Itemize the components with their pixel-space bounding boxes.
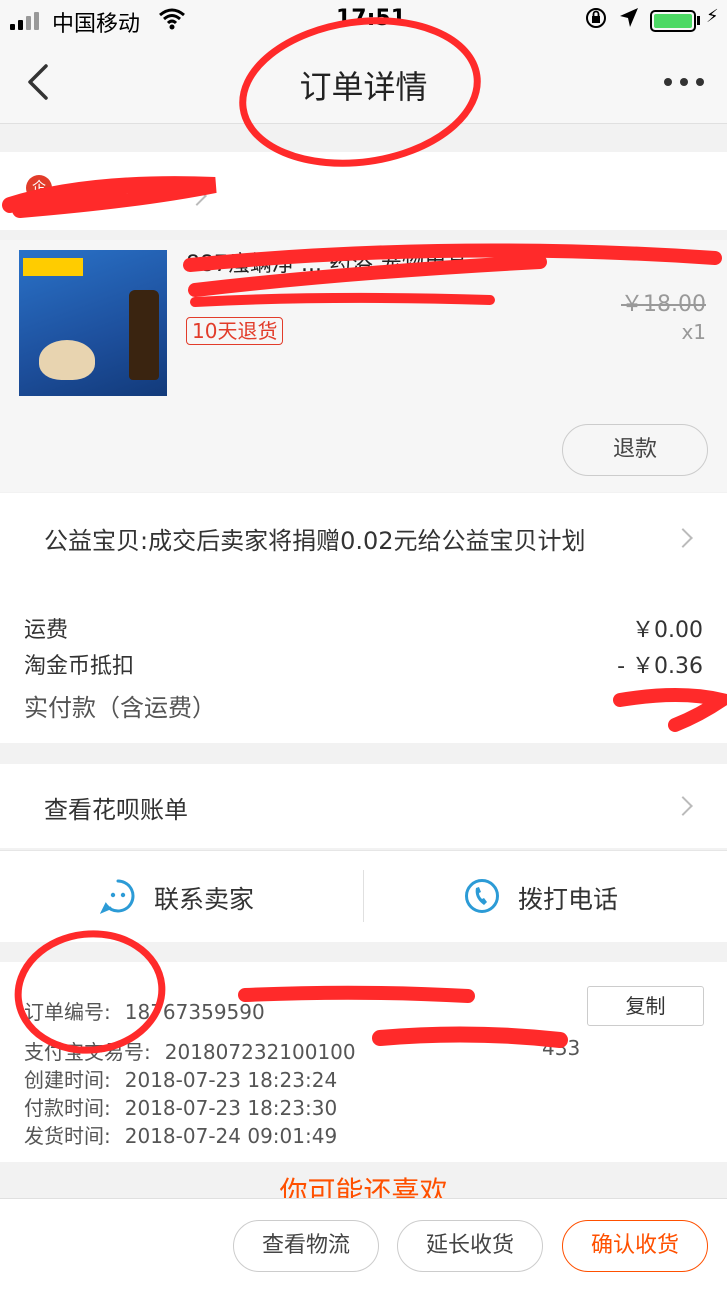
signal-icon (10, 12, 39, 30)
order-number-label: 订单编号: (24, 1000, 111, 1024)
status-bar: 中国移动 17:51 ⚡ (0, 0, 727, 40)
battery-tip (697, 16, 700, 25)
chat-bubble-icon (100, 879, 135, 914)
return-policy-tag: 10天退货 (186, 317, 284, 345)
shipping-value: ￥0.00 (632, 618, 703, 643)
clock-time: 17:51 (336, 6, 407, 31)
alipay-number-row: 支付宝交易号: 201807232100100 433 (24, 1036, 580, 1065)
alipay-number-label: 支付宝交易号: (24, 1040, 151, 1064)
created-time-value: 2018-07-23 18:23:24 (124, 1068, 338, 1092)
alipay-number-suffix: 433 (542, 1036, 581, 1060)
order-number-row: 订单编号: 18767359590 (24, 996, 265, 1025)
charity-text: 公益宝贝:成交后卖家将捐赠0.02元给公益宝贝计划 (44, 527, 586, 555)
phone-icon (465, 879, 499, 913)
confirm-receipt-button[interactable]: 确认收货 (562, 1220, 708, 1272)
product-thumbnail[interactable] (19, 250, 167, 396)
view-logistics-button[interactable]: 查看物流 (233, 1220, 379, 1272)
product-name[interactable]: 887瘙螨净 ... 药浴 宠物用品 (186, 250, 606, 280)
carrier-name: 中国移动 (52, 12, 141, 37)
contact-divider (363, 870, 364, 922)
paid-time-value: 2018-07-23 18:23:30 (124, 1096, 338, 1120)
enterprise-shop-icon: 企 (26, 175, 52, 201)
wifi-icon (159, 8, 185, 30)
refund-button[interactable]: 退款 (562, 424, 708, 476)
shipping-label: 运费 (24, 618, 69, 643)
charging-icon: ⚡ (706, 6, 719, 27)
shop-header[interactable] (0, 152, 727, 230)
paid-time-row: 付款时间: 2018-07-23 18:23:30 (24, 1092, 337, 1121)
product-brand-label (23, 258, 83, 276)
page-title: 订单详情 (299, 68, 428, 106)
paid-amount-label: 实付款（含运费） (24, 694, 216, 722)
coin-deduction-value: - ￥0.36 (617, 654, 703, 679)
product-bottle-image (129, 290, 159, 380)
navbar: 订单详情 (0, 40, 727, 124)
original-price: ￥18.00 (621, 292, 706, 317)
shipped-time-value: 2018-07-24 09:01:49 (124, 1124, 338, 1148)
battery-icon (650, 10, 696, 32)
contact-seller-button[interactable]: 联系卖家 (154, 880, 254, 916)
more-menu-icon[interactable] (664, 78, 704, 88)
huabei-label: 查看花呗账单 (44, 796, 188, 824)
coin-deduction-label: 淘金币抵扣 (24, 654, 135, 679)
created-time-row: 创建时间: 2018-07-23 18:23:24 (24, 1064, 337, 1093)
orientation-lock-icon (586, 8, 606, 28)
product-dog-image (39, 340, 95, 380)
extend-receipt-button[interactable]: 延长收货 (397, 1220, 543, 1272)
shipped-time-row: 发货时间: 2018-07-24 09:01:49 (24, 1120, 337, 1149)
order-number-value: 18767359590 (124, 1000, 265, 1024)
alipay-number-value: 201807232100100 (164, 1040, 356, 1064)
shipped-time-label: 发货时间: (24, 1124, 111, 1148)
recommendation-title: 你可能还喜欢 (279, 1175, 448, 1198)
location-arrow-icon (620, 8, 638, 27)
copy-order-number-button[interactable]: 复制 (587, 986, 704, 1026)
recommendation-header: 你可能还喜欢 (0, 1162, 727, 1198)
paid-time-label: 付款时间: (24, 1096, 111, 1120)
item-quantity: x1 (681, 320, 706, 344)
created-time-label: 创建时间: (24, 1068, 111, 1092)
call-phone-button[interactable]: 拨打电话 (518, 880, 618, 916)
